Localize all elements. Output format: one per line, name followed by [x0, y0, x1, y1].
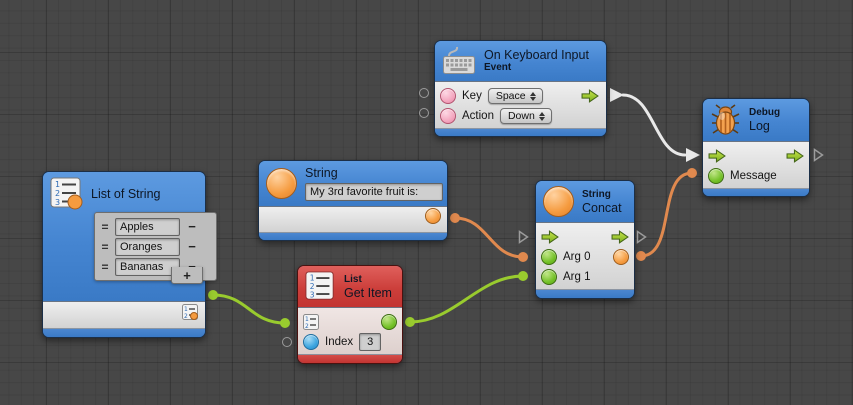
port-list-input[interactable]: 12: [303, 314, 319, 330]
port-message-label: Message: [730, 170, 777, 182]
wire-keyboard-to-log[interactable]: [610, 88, 700, 162]
node-title: Concat: [582, 201, 622, 215]
svg-text:3: 3: [55, 198, 60, 207]
node-title: Get Item: [344, 286, 392, 300]
index-value-input[interactable]: [359, 333, 381, 351]
list-item-input[interactable]: [115, 238, 180, 256]
add-item-button[interactable]: +: [171, 267, 203, 284]
unconnected-flow-marker: [636, 230, 647, 244]
port-arg1-label: Arg 1: [563, 271, 591, 283]
port-string-output[interactable]: [425, 208, 441, 224]
unconnected-port-marker: [419, 108, 429, 118]
node-header[interactable]: String: [259, 161, 447, 206]
flow-input-port[interactable]: [541, 230, 559, 244]
flow-output-port[interactable]: [611, 230, 629, 244]
action-dropdown-value: Down: [508, 110, 535, 122]
key-dropdown-value: Space: [496, 90, 526, 102]
list-icon: 123: [305, 271, 336, 302]
wire-string-to-arg0[interactable]: [450, 213, 528, 262]
flow-input-port[interactable]: [708, 149, 726, 163]
port-index[interactable]: [303, 334, 319, 350]
graph-canvas[interactable]: On Keyboard Input Event Key Space Action: [0, 0, 853, 405]
remove-item-button[interactable]: −: [184, 219, 200, 234]
keyboard-icon: [442, 46, 476, 76]
action-dropdown[interactable]: Down: [500, 108, 552, 124]
node-string-concat[interactable]: String Concat Arg 0 A: [535, 180, 635, 299]
svg-text:1: 1: [55, 180, 60, 189]
unconnected-port-marker: [419, 88, 429, 98]
node-header[interactable]: On Keyboard Input Event: [435, 41, 606, 81]
unconnected-flow-marker: [518, 230, 529, 244]
node-title: On Keyboard Input: [484, 48, 589, 62]
node-on-keyboard-input[interactable]: On Keyboard Input Event Key Space Action: [434, 40, 607, 137]
port-index-label: Index: [325, 336, 353, 348]
node-type-label: List: [344, 274, 392, 286]
string-orb-icon: [543, 186, 574, 217]
string-orb-icon: [266, 168, 297, 199]
flow-output-port[interactable]: [581, 89, 599, 103]
port-action[interactable]: [440, 108, 456, 124]
wire-list-to-getitem[interactable]: [208, 290, 290, 328]
node-header[interactable]: Debug Log: [703, 99, 809, 141]
port-message[interactable]: [708, 168, 724, 184]
wire-getitem-to-arg1[interactable]: [405, 271, 528, 327]
list-item-row: = −: [99, 237, 212, 256]
port-item-output[interactable]: [381, 314, 397, 330]
node-type-label: String: [582, 189, 622, 201]
node-string-literal[interactable]: String: [258, 160, 448, 241]
node-title: List of String: [91, 187, 160, 201]
node-header[interactable]: String Concat: [536, 181, 634, 222]
svg-text:2: 2: [184, 313, 188, 320]
port-list-output[interactable]: 12: [182, 304, 198, 320]
port-arg1[interactable]: [541, 269, 557, 285]
port-arg0[interactable]: [541, 249, 557, 265]
port-result[interactable]: [613, 249, 629, 265]
node-type-label: Debug: [749, 107, 780, 119]
port-key[interactable]: [440, 88, 456, 104]
dropdown-spinner-icon: [539, 112, 545, 121]
key-dropdown[interactable]: Space: [488, 88, 543, 104]
port-arg0-label: Arg 0: [563, 251, 591, 263]
list-item-row: = −: [99, 217, 212, 236]
svg-text:1: 1: [305, 316, 309, 323]
dropdown-spinner-icon: [530, 92, 536, 101]
drag-handle-icon[interactable]: =: [99, 240, 111, 254]
node-list-of-string[interactable]: 123 List of String = − =: [42, 171, 206, 338]
drag-handle-icon[interactable]: =: [99, 260, 111, 274]
unconnected-port-marker: [282, 337, 292, 347]
bug-icon: [710, 104, 741, 136]
wire-concat-to-message[interactable]: [636, 168, 697, 261]
svg-text:2: 2: [55, 189, 60, 198]
flow-output-port[interactable]: [786, 149, 804, 163]
node-title: Log: [749, 119, 780, 133]
port-action-label: Action: [462, 110, 494, 122]
node-title: String: [305, 166, 443, 180]
node-debug-log[interactable]: Debug Log Message: [702, 98, 810, 197]
string-value-input[interactable]: [305, 183, 443, 201]
node-header[interactable]: 123 List Get Item: [298, 266, 402, 307]
svg-text:1: 1: [184, 306, 188, 313]
node-get-item[interactable]: 123 List Get Item 12: [297, 265, 403, 364]
svg-text:2: 2: [305, 323, 309, 330]
list-item-input[interactable]: [115, 218, 180, 236]
remove-item-button[interactable]: −: [184, 239, 200, 254]
list-icon: 123: [50, 177, 83, 210]
port-key-label: Key: [462, 90, 482, 102]
unconnected-flow-marker: [813, 148, 824, 162]
svg-text:3: 3: [310, 290, 315, 299]
drag-handle-icon[interactable]: =: [99, 220, 111, 234]
node-subtitle: Event: [484, 62, 589, 74]
